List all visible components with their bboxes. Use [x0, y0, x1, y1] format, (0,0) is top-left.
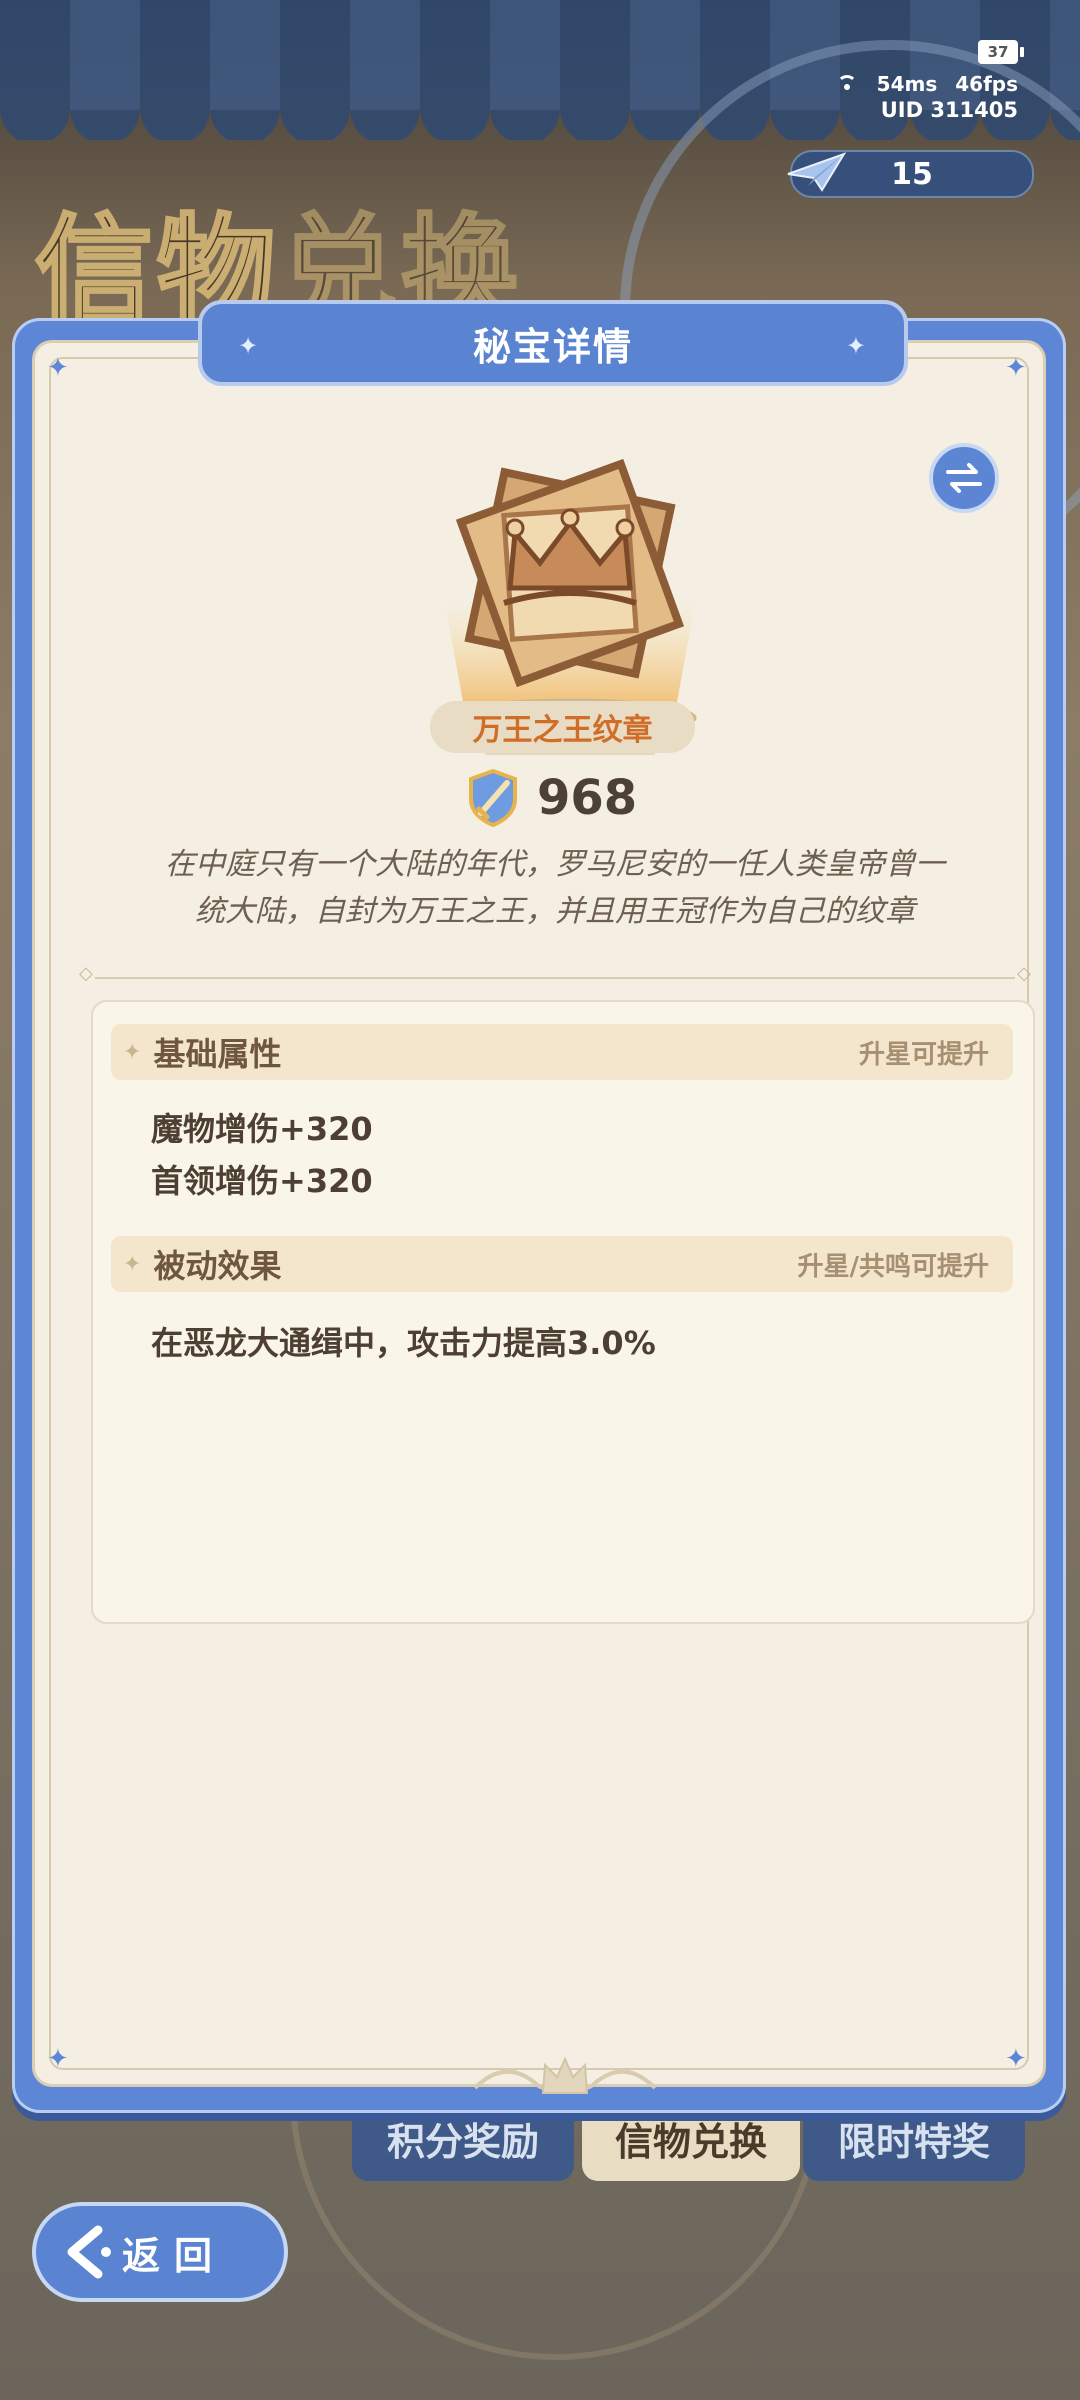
description-line: 统大陆，自封为万王之王，并且用王冠作为自己的纹章 [195, 894, 915, 929]
base-attributes-header: ✦ 基础属性 升星可提升 [111, 1024, 1013, 1080]
corner-ornament [47, 355, 73, 381]
fps-value: 46fps [955, 72, 1018, 96]
shield-sword-icon [469, 769, 517, 827]
passive-effect-hint: 升星/共鸣可提升 [797, 1251, 990, 1282]
sparkle-icon: ✦ [123, 1251, 142, 1277]
stat-line: 魔物增伤+320 [151, 1110, 373, 1148]
battery-indicator: 37 [978, 40, 1024, 64]
currency-amount: 15 [891, 156, 933, 192]
sparkle-icon: ✦ [238, 332, 261, 360]
back-button[interactable]: 返回 [32, 2202, 288, 2302]
swap-arrows-icon [946, 463, 982, 493]
power-value: 968 [537, 770, 638, 826]
modal-body: 万王之王纹章 968 在中庭只有一个大陆的年代，罗马尼安的一任人类皇帝曾一 统大… [32, 340, 1046, 2094]
uid-label: UID 311405 [880, 98, 1018, 122]
corner-ornament [47, 2046, 73, 2072]
attributes-panel: ✦ 基础属性 升星可提升 魔物增伤+320 首领增伤+320 ✦ 被动效果 升星… [91, 1000, 1035, 1624]
base-attributes-hint: 升星可提升 [858, 1039, 989, 1070]
section-divider [79, 963, 1031, 984]
item-description: 在中庭只有一个大陆的年代，罗马尼安的一任人类皇帝曾一 统大陆，自封为万王之王，并… [95, 841, 1015, 935]
item-name: 万王之王纹章 [430, 701, 695, 753]
corner-ornament [1005, 355, 1031, 381]
passive-line: 在恶龙大通缉中，攻击力提高3.0% [151, 1324, 656, 1362]
passive-effect-title: 被动效果 [153, 1247, 282, 1285]
sparkle-icon: ✦ [845, 332, 868, 360]
passive-effect-header: ✦ 被动效果 升星/共鸣可提升 [111, 1236, 1013, 1292]
description-line: 在中庭只有一个大陆的年代，罗马尼安的一任人类皇帝曾一 [165, 847, 945, 882]
sparkle-icon: ✦ [123, 1039, 142, 1065]
modal-title: 秘宝详情 [472, 324, 633, 369]
back-arrow-icon [67, 2225, 111, 2279]
swap-button[interactable] [929, 443, 999, 513]
modal-title-bar: ✦ 秘宝详情 ✦ [198, 300, 908, 386]
stat-line: 首领增伤+320 [151, 1162, 373, 1200]
paper-plane-icon [787, 152, 846, 192]
wifi-icon [835, 75, 859, 93]
ping-value: 54ms [876, 72, 938, 96]
treasure-detail-modal: 万王之王纹章 968 在中庭只有一个大陆的年代，罗马尼安的一任人类皇帝曾一 统大… [12, 300, 1066, 2113]
back-button-label: 返回 [122, 2233, 227, 2278]
network-status: 54ms 46fps UID 311405 [835, 72, 1018, 122]
base-attributes-title: 基础属性 [153, 1035, 282, 1073]
footer-ornament [473, 2056, 657, 2094]
corner-ornament [1005, 2046, 1031, 2072]
item-power: 968 [467, 763, 637, 833]
